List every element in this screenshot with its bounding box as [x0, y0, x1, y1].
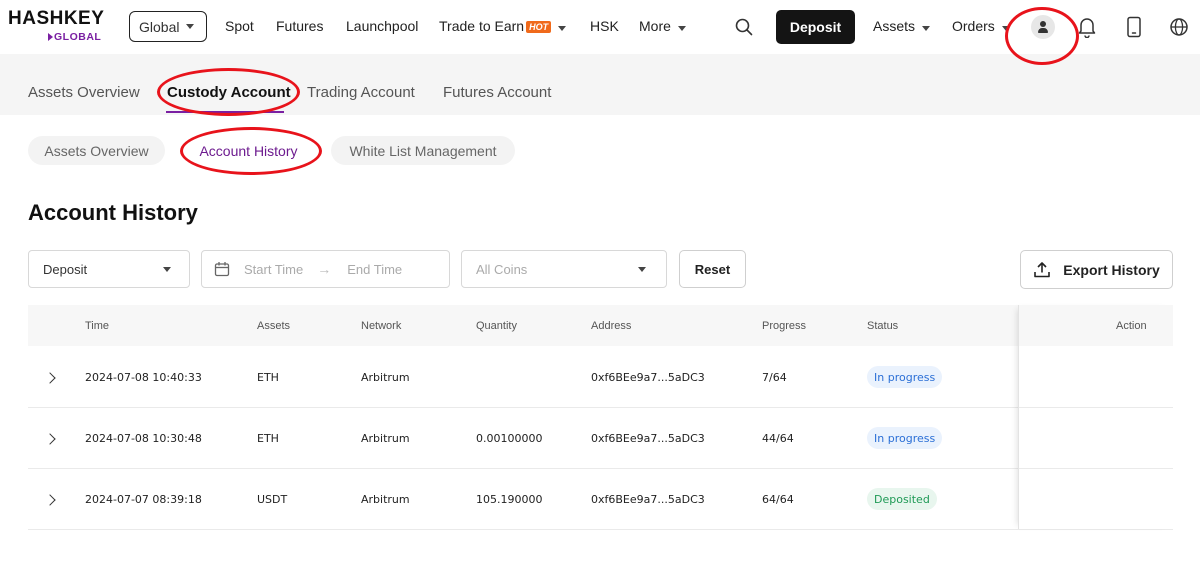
row-time: 2024-07-08 10:30:48 [85, 432, 202, 445]
logo-subtitle: GLOBAL [48, 31, 101, 43]
row-time: 2024-07-07 08:39:18 [85, 493, 202, 506]
nav-more-label: More [639, 18, 671, 34]
row-progress: 64/64 [762, 493, 794, 506]
row-time: 2024-07-08 10:40:33 [85, 371, 202, 384]
nav-spot[interactable]: Spot [225, 18, 254, 34]
subtab-white-list-management[interactable]: White List Management [331, 136, 515, 165]
status-badge: In progress [867, 427, 943, 449]
start-time-input[interactable]: Start Time [244, 262, 303, 277]
record-type-select[interactable]: Deposit [28, 250, 190, 288]
chevron-down-icon [638, 267, 646, 272]
hashkey-logo[interactable]: HASHKEY GLOBAL [8, 9, 118, 45]
status-badge: In progress [867, 366, 943, 388]
column-header-network: Network [361, 320, 402, 332]
row-network: Arbitrum [361, 371, 410, 384]
chevron-down-icon [922, 26, 931, 31]
row-asset: ETH [257, 371, 279, 384]
action-column [1018, 305, 1173, 529]
region-value: Global [139, 18, 180, 35]
column-header-assets: Assets [257, 320, 291, 332]
row-progress: 7/64 [762, 371, 787, 384]
row-asset: ETH [257, 432, 279, 445]
search-icon[interactable] [733, 16, 755, 38]
row-network: Arbitrum [361, 493, 410, 506]
coin-select-placeholder: All Coins [476, 261, 528, 277]
active-tab-indicator [166, 111, 284, 113]
nav-assets[interactable]: Assets [873, 18, 931, 34]
row-address: 0xf6BEe9a7...5aDC3 [591, 493, 705, 506]
deposit-button[interactable]: Deposit [776, 10, 855, 44]
nav-orders-label: Orders [952, 18, 995, 34]
chevron-down-icon [558, 26, 567, 31]
export-history-label: Export History [1063, 261, 1160, 278]
nav-assets-label: Assets [873, 18, 916, 34]
region-selector[interactable]: Global [129, 11, 207, 42]
logo-wordmark: HASHKEY [8, 8, 105, 29]
user-avatar-icon[interactable] [1031, 15, 1055, 39]
end-time-input[interactable]: End Time [347, 262, 402, 277]
nav-orders[interactable]: Orders [952, 18, 1010, 34]
tab-futures-account[interactable]: Futures Account [443, 84, 551, 101]
column-header-status: Status [867, 320, 899, 332]
record-type-value: Deposit [43, 261, 88, 277]
play-icon [48, 33, 53, 41]
chevron-down-icon [186, 24, 195, 29]
nav-hsk[interactable]: HSK [590, 18, 619, 34]
row-address: 0xf6BEe9a7...5aDC3 [591, 371, 705, 384]
calendar-icon [214, 261, 230, 277]
nav-trade-to-earn-label: Trade to Earn [439, 18, 525, 34]
row-quantity: 0.00100000 [476, 432, 543, 445]
page-title: Account History [28, 200, 198, 225]
date-range-picker[interactable]: Start Time → End Time [201, 250, 450, 288]
subtab-account-history[interactable]: Account History [183, 136, 314, 165]
column-header-time: Time [85, 320, 110, 332]
nav-more[interactable]: More [639, 18, 686, 34]
chevron-down-icon [163, 267, 171, 272]
mobile-app-icon[interactable] [1123, 15, 1145, 39]
row-quantity: 105.190000 [476, 493, 543, 506]
status-badge: Deposited [867, 488, 937, 510]
row-network: Arbitrum [361, 432, 410, 445]
reset-button[interactable]: Reset [679, 250, 746, 288]
row-address: 0xf6BEe9a7...5aDC3 [591, 432, 705, 445]
arrow-right-icon: → [317, 261, 332, 277]
bell-icon[interactable] [1076, 15, 1098, 39]
hot-badge: HOT [526, 21, 552, 33]
tab-assets-overview[interactable]: Assets Overview [28, 84, 140, 101]
row-asset: USDT [257, 493, 288, 506]
tab-custody-account[interactable]: Custody Account [167, 84, 291, 101]
globe-icon[interactable] [1168, 16, 1190, 38]
chevron-down-icon [677, 26, 686, 31]
row-progress: 44/64 [762, 432, 794, 445]
top-navigation: HASHKEY GLOBAL Global Spot Futures Launc… [0, 0, 1200, 54]
nav-futures[interactable]: Futures [276, 18, 323, 34]
column-header-progress: Progress [762, 320, 807, 332]
column-header-quantity: Quantity [476, 320, 517, 332]
upload-icon [1033, 261, 1051, 279]
nav-trade-to-earn[interactable]: Trade to Earn HOT [439, 18, 567, 34]
export-history-button[interactable]: Export History [1020, 250, 1173, 289]
nav-launchpool[interactable]: Launchpool [346, 18, 418, 34]
coin-select[interactable]: All Coins [461, 250, 667, 288]
subtab-assets-overview[interactable]: Assets Overview [28, 136, 165, 165]
column-header-address: Address [591, 320, 632, 332]
tab-trading-account[interactable]: Trading Account [307, 84, 415, 101]
chevron-down-icon [1001, 26, 1010, 31]
